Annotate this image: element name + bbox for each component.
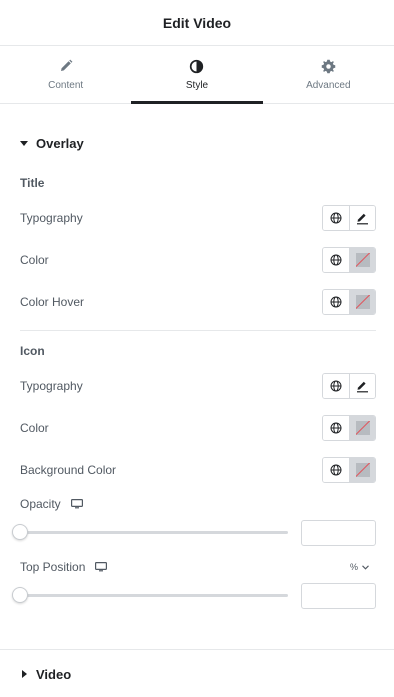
caret-down-icon bbox=[20, 140, 28, 146]
opacity-input[interactable] bbox=[301, 520, 376, 546]
caret-right-icon bbox=[22, 670, 27, 678]
unit-label: % bbox=[350, 562, 359, 572]
title-heading: Title bbox=[20, 176, 45, 190]
title-color-buttons bbox=[322, 247, 376, 273]
tab-content-label: Content bbox=[48, 80, 84, 91]
top-position-control-label: Top Position bbox=[20, 559, 108, 575]
section-divider bbox=[0, 649, 394, 650]
slider-track bbox=[20, 531, 288, 534]
top-position-label: Top Position bbox=[20, 560, 86, 574]
section-video-toggle[interactable]: Video bbox=[0, 666, 71, 682]
opacity-control-label: Opacity bbox=[20, 496, 83, 512]
color-swatch[interactable] bbox=[349, 248, 375, 272]
globe-icon[interactable] bbox=[323, 458, 349, 482]
icon-background-color-control: Background Color bbox=[20, 457, 376, 483]
tab-style-label: Style bbox=[185, 80, 209, 91]
pencil-edit-icon[interactable] bbox=[349, 206, 375, 230]
no-color-swatch-icon bbox=[355, 253, 370, 267]
title-color-label: Color bbox=[20, 253, 49, 267]
unit-selector[interactable]: % bbox=[350, 561, 369, 573]
pencil-edit-icon[interactable] bbox=[349, 374, 375, 398]
icon-typography-label: Typography bbox=[20, 379, 83, 393]
tab-advanced[interactable]: Advanced bbox=[263, 46, 394, 103]
chevron-down-icon bbox=[362, 564, 369, 570]
icon-typography-buttons bbox=[322, 373, 376, 399]
panel-header: Edit Video bbox=[0, 0, 394, 46]
tab-style[interactable]: Style bbox=[131, 46, 263, 104]
panel-tabs: Content Style Advanced bbox=[0, 46, 394, 104]
opacity-slider[interactable] bbox=[12, 524, 288, 540]
icon-typography-control: Typography bbox=[20, 373, 376, 399]
color-swatch[interactable] bbox=[349, 290, 375, 314]
gear-icon bbox=[320, 58, 336, 74]
section-overlay-label: Overlay bbox=[36, 135, 84, 151]
globe-icon[interactable] bbox=[323, 290, 349, 314]
globe-icon[interactable] bbox=[323, 416, 349, 440]
title-color-hover-buttons bbox=[322, 289, 376, 315]
top-position-slider[interactable] bbox=[12, 587, 288, 603]
title-color-hover-control: Color Hover bbox=[20, 289, 376, 315]
pencil-icon bbox=[58, 58, 74, 74]
icon-color-label: Color bbox=[20, 421, 49, 435]
no-color-swatch-icon bbox=[355, 463, 370, 477]
no-color-swatch-icon bbox=[355, 295, 370, 309]
top-position-input[interactable] bbox=[301, 583, 376, 609]
opacity-label: Opacity bbox=[20, 497, 61, 511]
title-typography-buttons bbox=[322, 205, 376, 231]
title-typography-control: Typography bbox=[20, 205, 376, 231]
color-swatch[interactable] bbox=[349, 458, 375, 482]
section-overlay-toggle[interactable]: Overlay bbox=[0, 135, 84, 151]
slider-handle[interactable] bbox=[12, 587, 28, 603]
desktop-icon[interactable] bbox=[70, 499, 83, 509]
globe-icon[interactable] bbox=[323, 374, 349, 398]
section-video-label: Video bbox=[36, 666, 72, 682]
contrast-icon bbox=[189, 58, 205, 74]
panel-title: Edit Video bbox=[162, 14, 232, 31]
icon-heading: Icon bbox=[20, 344, 45, 358]
slider-track bbox=[20, 594, 288, 597]
title-color-control: Color bbox=[20, 247, 376, 273]
icon-background-color-buttons bbox=[322, 457, 376, 483]
icon-color-control: Color bbox=[20, 415, 376, 441]
desktop-icon[interactable] bbox=[95, 562, 108, 572]
tab-advanced-label: Advanced bbox=[306, 80, 351, 91]
globe-icon[interactable] bbox=[323, 248, 349, 272]
globe-icon[interactable] bbox=[323, 206, 349, 230]
title-typography-label: Typography bbox=[20, 211, 83, 225]
tab-content[interactable]: Content bbox=[0, 46, 131, 103]
editor-panel: Edit Video Content Style Advanced Overla… bbox=[0, 0, 394, 697]
color-swatch[interactable] bbox=[349, 416, 375, 440]
icon-background-color-label: Background Color bbox=[20, 463, 117, 477]
title-color-hover-label: Color Hover bbox=[20, 295, 85, 309]
slider-handle[interactable] bbox=[12, 524, 28, 540]
no-color-swatch-icon bbox=[355, 421, 370, 435]
divider bbox=[20, 330, 376, 331]
icon-color-buttons bbox=[322, 415, 376, 441]
